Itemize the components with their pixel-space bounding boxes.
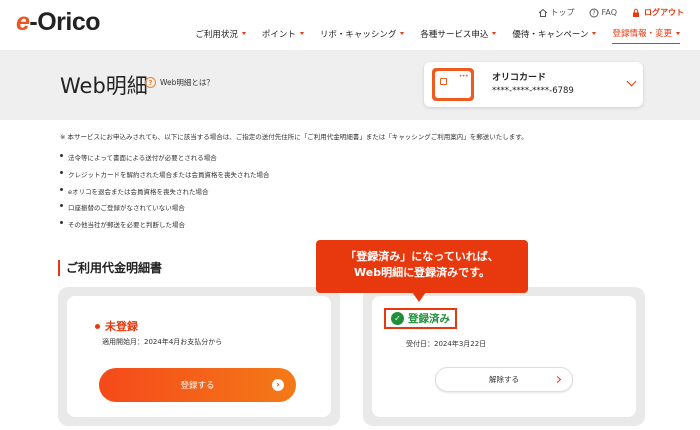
nav-item-campaigns[interactable]: 優待・キャンペーン [512, 27, 597, 44]
panel-card: 未登録 適用開始月：2024年4月お支払分から 登録する › [67, 296, 331, 417]
card-selector[interactable]: ••• オリコカード ****-****-****-6789 [424, 62, 643, 107]
util-faq-link[interactable]: ? FAQ [589, 7, 618, 18]
notice-text: ※ 本サービスにお申込みされても、以下に該当する場合は、ご指定の送付先住所に「ご… [60, 133, 528, 141]
callout-pointer [412, 292, 426, 302]
nav-item-points[interactable]: ポイント [262, 27, 304, 44]
callout-line-1: 「登録済み」になっていれば、 [345, 250, 499, 263]
chevron-down-icon [626, 76, 637, 87]
card-chip [440, 78, 447, 85]
lock-icon [633, 8, 639, 17]
caret-down-icon [400, 32, 405, 35]
list-item: その他当社が郵送を必要と判断した場合 [60, 219, 270, 236]
check-circle-icon: ✓ [391, 312, 404, 325]
status-label: 登録済み [408, 313, 450, 325]
util-faq-label: FAQ [601, 8, 618, 17]
nav-item-revolving[interactable]: リボ・キャッシング [320, 27, 405, 44]
nav-item-services[interactable]: 各種サービス申込 [420, 27, 497, 44]
caret-down-icon [676, 31, 680, 35]
status-unregistered: 未登録 [95, 318, 138, 334]
logo-text: -Orico [29, 8, 101, 36]
notice-list: 法令等によって書面による送付が必要とされる場合 クレジットカードを解約された場合… [60, 152, 270, 236]
annotation-callout: 「登録済み」になっていれば、 Web明細に登録済みです。 [316, 240, 528, 293]
nav-label: 登録情報・変更 [612, 29, 672, 39]
card-dots: ••• [458, 73, 469, 80]
util-top-link[interactable]: トップ [538, 7, 575, 18]
callout-line-2: Web明細に登録済みです。 [354, 266, 490, 279]
register-button[interactable]: 登録する › [99, 368, 296, 402]
register-button-label: 登録する [180, 381, 215, 391]
start-month-text: 適用開始月：2024年4月お支払分から [102, 338, 223, 346]
nav-label: ご利用状況 [195, 29, 238, 40]
nav-label: 各種サービス申込 [420, 29, 489, 40]
utility-nav: トップ ? FAQ ログアウト [538, 7, 684, 18]
nav-label: リボ・キャッシング [319, 29, 397, 40]
panel-card: ✓ 登録済み 受付日：2024年3月22日 解除する [372, 296, 636, 417]
caret-down-icon [592, 32, 597, 35]
cancel-button-label: 解除する [489, 375, 519, 384]
chevron-right-icon [553, 375, 562, 384]
unregistered-panel: 未登録 適用開始月：2024年4月お支払分から 登録する › [58, 287, 340, 426]
list-item: 口座振替のご登録がなされていない場合 [60, 202, 270, 219]
site-header: e-Orico トップ ? FAQ ログアウト ご利用状況 ポイント リボ・キャ… [0, 0, 700, 50]
nav-label: ポイント [261, 29, 296, 40]
logout-label: ログアウト [644, 8, 684, 17]
logo-e: e [16, 8, 30, 36]
status-label: 未登録 [105, 320, 138, 333]
arrow-right-icon: › [272, 379, 284, 391]
nav-item-usage[interactable]: ご利用状況 [195, 27, 246, 44]
caret-down-icon [299, 32, 304, 35]
status-dot-icon [95, 323, 100, 329]
eorico-logo[interactable]: e-Orico [16, 8, 101, 37]
web-statement-help-link[interactable]: ? Web明細とは？ [145, 77, 214, 88]
card-number: ****-****-****-6789 [492, 86, 574, 96]
help-circle-icon: ? [589, 8, 598, 17]
home-icon [538, 8, 547, 17]
nav-label: 優待・キャンペーン [512, 29, 589, 40]
registered-panel: ✓ 登録済み 受付日：2024年3月22日 解除する [363, 287, 645, 426]
question-icon: ? [145, 77, 156, 88]
svg-text:?: ? [592, 10, 595, 17]
caret-down-icon [241, 32, 246, 35]
nav-item-registration[interactable]: 登録情報・変更 [612, 27, 680, 44]
card-name: オリコカード [492, 73, 547, 83]
util-top-label: トップ [550, 8, 575, 17]
page-title: Web明細 [60, 74, 148, 98]
caret-down-icon [492, 32, 497, 35]
list-item: クレジットカードを解約された場合または会員資格を喪失された場合 [60, 169, 270, 186]
global-nav: ご利用状況 ポイント リボ・キャッシング 各種サービス申込 優待・キャンペーン … [195, 27, 680, 44]
cancel-registration-button[interactable]: 解除する [435, 367, 573, 392]
section-heading: ご利用代金明細書 [58, 260, 162, 276]
logout-link[interactable]: ログアウト [631, 7, 684, 18]
credit-card-icon: ••• [432, 68, 474, 101]
list-item: 法令等によって書面による送付が必要とされる場合 [60, 152, 270, 169]
help-label: Web明細とは？ [160, 78, 214, 87]
accepted-date-text: 受付日：2024年3月22日 [406, 340, 487, 348]
list-item: eオリコを退会または会員資格を喪失された場合 [60, 186, 270, 203]
status-registered: ✓ 登録済み [384, 308, 457, 329]
